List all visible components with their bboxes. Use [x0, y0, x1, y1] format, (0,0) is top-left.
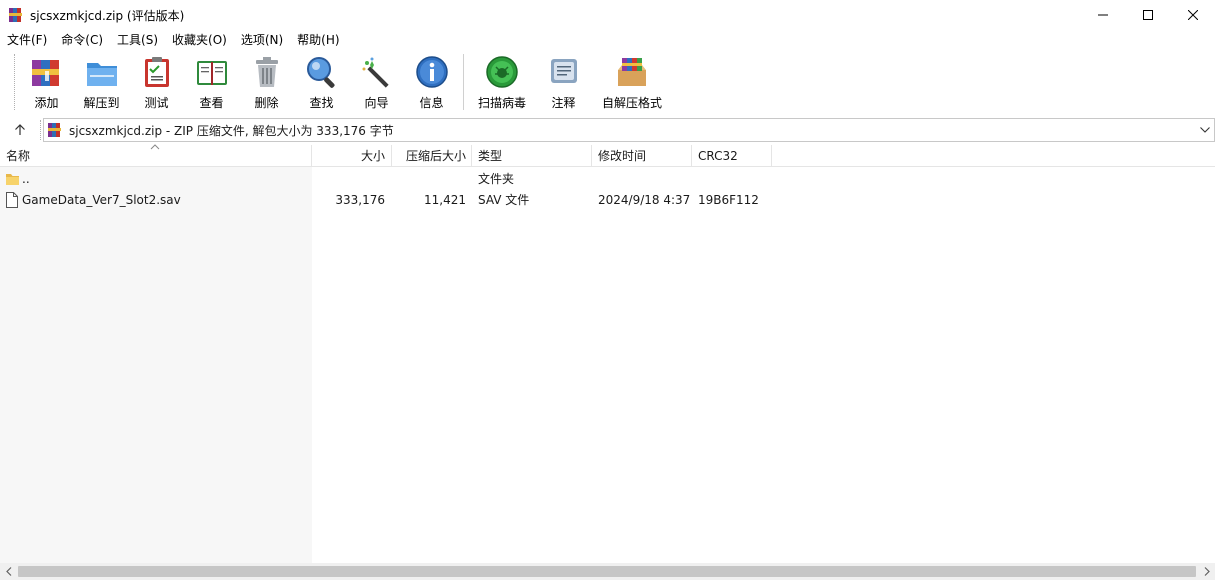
horizontal-scrollbar[interactable] [0, 563, 1215, 580]
menu-tools[interactable]: 工具(S) [110, 30, 165, 50]
info-button[interactable]: 信息 [404, 50, 459, 114]
title-bar: sjcsxzmkjcd.zip (评估版本) [0, 0, 1215, 30]
test-button[interactable]: 测试 [129, 50, 184, 114]
virus-scan-icon [486, 56, 518, 88]
list-header: 名称 大小 压缩后大小 类型 修改时间 CRC32 [0, 144, 1215, 167]
file-name: .. [22, 172, 30, 186]
column-size[interactable]: 大小 [312, 145, 385, 167]
minimize-icon [1097, 14, 1108, 16]
add-button[interactable]: 添加 [19, 50, 74, 114]
window-controls [1080, 0, 1215, 30]
window-title: sjcsxzmkjcd.zip (评估版本) [30, 8, 185, 23]
virus-scan-label: 扫描病毒 [477, 96, 526, 110]
find-magnifier-icon [306, 57, 335, 88]
info-icon [415, 56, 448, 88]
address-text: sjcsxzmkjcd.zip - ZIP 压缩文件, 解包大小为 333,17… [69, 123, 394, 138]
name-column-shade [0, 167, 312, 563]
wizard-wand-icon [362, 57, 389, 88]
file-icon [6, 192, 18, 208]
minimize-button[interactable] [1080, 0, 1125, 30]
menu-file[interactable]: 文件(F) [0, 30, 54, 50]
column-crc32[interactable]: CRC32 [698, 145, 738, 167]
column-packed-size[interactable]: 压缩后大小 [392, 145, 466, 167]
menu-help[interactable]: 帮助(H) [290, 30, 346, 50]
close-icon [1187, 10, 1198, 20]
chevron-right-icon [1204, 567, 1210, 576]
extract-folder-icon [86, 63, 117, 86]
column-divider[interactable] [471, 145, 472, 167]
file-crc32: 19B6F112 [698, 193, 759, 207]
maximize-button[interactable] [1125, 0, 1170, 30]
test-label: 测试 [144, 96, 169, 110]
view-book-icon [196, 61, 227, 85]
menu-favorites[interactable]: 收藏夹(O) [165, 30, 234, 50]
column-type[interactable]: 类型 [478, 145, 502, 167]
extract-to-label: 解压到 [83, 96, 120, 110]
address-grip [40, 120, 41, 140]
file-list: 名称 大小 压缩后大小 类型 修改时间 CRC32 .. 文件夹 GameDat… [0, 144, 1215, 563]
column-divider[interactable] [691, 145, 692, 167]
close-button[interactable] [1170, 0, 1215, 30]
test-clipboard-icon [144, 57, 169, 87]
address-dropdown-button[interactable] [1198, 122, 1212, 138]
find-label: 查找 [309, 96, 334, 110]
info-label: 信息 [419, 96, 444, 110]
chevron-down-icon [1200, 127, 1210, 133]
column-name[interactable]: 名称 [6, 145, 30, 167]
maximize-icon [1142, 10, 1153, 20]
list-item-parent-folder[interactable]: .. 文件夹 [0, 169, 1215, 190]
menu-options[interactable]: 选项(N) [234, 30, 290, 50]
address-bar: sjcsxzmkjcd.zip - ZIP 压缩文件, 解包大小为 333,17… [0, 116, 1215, 144]
add-label: 添加 [34, 96, 59, 110]
toolbar-grip[interactable] [14, 54, 17, 110]
toolbar-separator [463, 54, 464, 110]
sfx-label: 自解压格式 [601, 96, 662, 110]
view-button[interactable]: 查看 [184, 50, 239, 114]
wizard-label: 向导 [364, 96, 389, 110]
sort-ascending-icon [150, 144, 160, 150]
up-arrow-icon [15, 124, 25, 135]
sfx-button[interactable]: 自解压格式 [591, 50, 673, 114]
menu-bar: 文件(F) 命令(C) 工具(S) 收藏夹(O) 选项(N) 帮助(H) [0, 30, 1215, 50]
extract-to-button[interactable]: 解压到 [74, 50, 129, 114]
virus-scan-button[interactable]: 扫描病毒 [468, 50, 536, 114]
archive-icon [48, 123, 61, 137]
folder-icon [6, 174, 19, 185]
scroll-left-button[interactable] [0, 563, 17, 580]
file-type: SAV 文件 [478, 193, 530, 207]
scroll-thumb[interactable] [18, 566, 1196, 577]
sfx-box-icon [618, 58, 646, 86]
column-modified[interactable]: 修改时间 [598, 145, 646, 167]
list-item-file[interactable]: GameData_Ver7_Slot2.sav 333,176 11,421 S… [0, 190, 1215, 211]
comment-label: 注释 [551, 96, 576, 110]
file-packed-size: 11,421 [424, 193, 466, 207]
winrar-app-icon [9, 8, 22, 22]
delete-trash-icon [255, 57, 278, 87]
column-divider[interactable] [771, 145, 772, 167]
wizard-button[interactable]: 向导 [349, 50, 404, 114]
up-button[interactable] [0, 116, 40, 144]
view-label: 查看 [199, 96, 224, 110]
chevron-left-icon [5, 567, 11, 576]
file-name: GameData_Ver7_Slot2.sav [22, 193, 181, 207]
comment-icon [550, 59, 577, 83]
find-button[interactable]: 查找 [294, 50, 349, 114]
comment-button[interactable]: 注释 [536, 50, 591, 114]
menu-commands[interactable]: 命令(C) [54, 30, 110, 50]
column-divider[interactable] [591, 145, 592, 167]
add-archive-icon [31, 60, 59, 86]
scroll-right-button[interactable] [1198, 563, 1215, 580]
delete-label: 删除 [254, 96, 279, 110]
address-field[interactable]: sjcsxzmkjcd.zip - ZIP 压缩文件, 解包大小为 333,17… [43, 118, 1215, 142]
file-type: 文件夹 [478, 172, 515, 186]
file-modified: 2024/9/18 4:37 [598, 193, 691, 207]
toolbar: 添加 解压到 测试 查看 删除 查找 向导 信息 扫描病毒 注释 自解压格式 [0, 50, 1215, 116]
delete-button[interactable]: 删除 [239, 50, 294, 114]
file-size: 333,176 [335, 193, 385, 207]
